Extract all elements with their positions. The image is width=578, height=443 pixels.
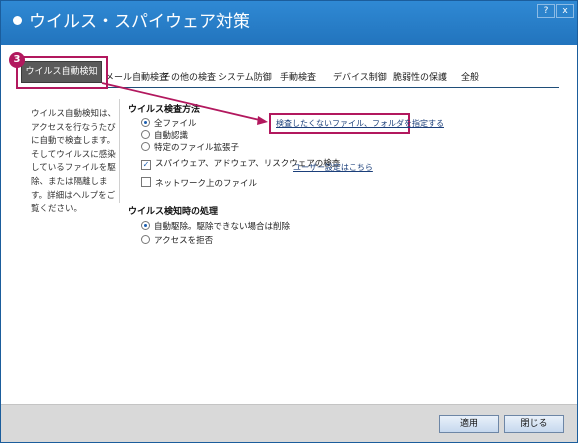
radio-all-files[interactable]: 全ファイル — [141, 118, 197, 130]
radio-auto-recognize-label: 自動認識 — [154, 131, 189, 141]
network-checkbox[interactable]: ネットワーク上のファイル — [141, 177, 257, 190]
tab-general[interactable]: 全般 — [461, 72, 479, 84]
footer-bar: 適用 閉じる — [1, 404, 577, 442]
app-icon — [13, 16, 22, 25]
radio-selected-icon — [141, 118, 150, 127]
radio-deny-access[interactable]: アクセスを拒否 — [141, 235, 213, 247]
scan-method-title: ウイルス検査方法 — [128, 105, 201, 115]
checkbox-icon — [141, 177, 151, 187]
tab-device-control[interactable]: デバイス制御 — [333, 72, 387, 84]
tab-mail-scan[interactable]: メール自動検査 — [105, 72, 168, 84]
radio-auto-recognize[interactable]: 自動認識 — [141, 130, 188, 142]
radio-icon — [141, 235, 150, 244]
title-bar: ウイルス・スパイウェア対策 ? x — [1, 1, 577, 45]
on-detect-title: ウイルス検知時の処理 — [128, 207, 219, 217]
close-window-button[interactable]: x — [556, 4, 574, 18]
exclude-files-link[interactable]: 検査したくないファイル、フォルダを指定する — [276, 118, 444, 129]
help-text: ウイルス自動検知は、アクセスを行なうたびに自動で検査します。そしてウイルスに感染… — [31, 109, 117, 215]
close-button[interactable]: 閉じる — [504, 415, 564, 433]
vertical-divider — [119, 99, 120, 203]
tab-manual-scan[interactable]: 手動検査 — [280, 72, 316, 84]
dialog-window: ウイルス・スパイウェア対策 ? x ウイルス自動検知 メール自動検査 その他の検… — [0, 0, 578, 443]
window-title: ウイルス・スパイウェア対策 — [29, 12, 250, 32]
radio-extension[interactable]: 特定のファイル拡張子 — [141, 142, 239, 154]
radio-deny-access-label: アクセスを拒否 — [154, 236, 214, 246]
network-checkbox-label: ネットワーク上のファイル — [155, 179, 258, 189]
radio-icon — [141, 130, 150, 139]
radio-auto-clean[interactable]: 自動駆除。駆除できない場合は削除 — [141, 221, 290, 233]
radio-all-files-label: 全ファイル — [154, 119, 197, 129]
checkbox-checked-icon: ✓ — [141, 160, 151, 170]
radio-auto-clean-label: 自動駆除。駆除できない場合は削除 — [154, 222, 291, 232]
highlight-tab-box — [16, 56, 108, 89]
radio-selected-icon — [141, 221, 150, 230]
radio-icon — [141, 142, 150, 151]
apply-button[interactable]: 適用 — [439, 415, 499, 433]
user-setting-link[interactable]: ユーザー設定はこちら — [293, 162, 373, 173]
tab-system-protection[interactable]: システム防御 — [218, 72, 272, 84]
radio-extension-label: 特定のファイル拡張子 — [154, 143, 240, 153]
tab-divider — [101, 87, 559, 88]
help-button[interactable]: ? — [537, 4, 555, 18]
step-badge: 3 — [9, 52, 25, 68]
tab-other-scan[interactable]: その他の検査 — [162, 72, 216, 84]
tab-vulnerability[interactable]: 脆弱性の保護 — [393, 72, 447, 84]
